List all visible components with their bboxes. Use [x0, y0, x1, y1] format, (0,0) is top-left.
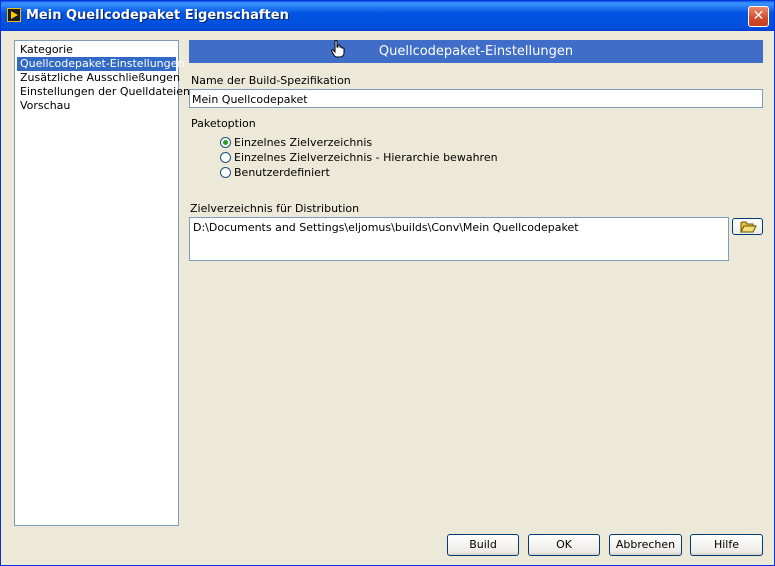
build-name-input[interactable]: Mein Quellcodepaket [189, 89, 763, 108]
radio-label: Einzelnes Zielverzeichnis [234, 136, 373, 149]
sidebar-item-source-file-settings[interactable]: Einstellungen der Quelldateien [17, 85, 190, 99]
radio-label: Einzelnes Zielverzeichnis - Hierarchie b… [234, 151, 498, 164]
build-name-label: Name der Build-Spezifikation [191, 74, 351, 87]
close-button[interactable]: ✕ [748, 6, 769, 27]
properties-dialog: Mein Quellcodepaket Eigenschaften ✕ Kate… [0, 0, 775, 566]
destination-label: Zielverzeichnis für Distribution [190, 202, 360, 215]
radio-button-checked[interactable] [220, 137, 231, 148]
radio-single-target-hierarchy[interactable]: Einzelnes Zielverzeichnis - Hierarchie b… [220, 150, 498, 165]
section-header: Quellcodepaket-Einstellungen [189, 40, 763, 63]
sidebar-item-additional-exclusions[interactable]: Zusätzliche Ausschließungen [17, 71, 180, 85]
package-option-label: Paketoption [191, 117, 256, 130]
hand-pointer-icon [331, 40, 345, 58]
cancel-button[interactable]: Abbrechen [609, 534, 682, 556]
radio-button[interactable] [220, 152, 231, 163]
category-header: Kategorie [20, 43, 73, 56]
radio-custom[interactable]: Benutzerdefiniert [220, 165, 330, 180]
radio-label: Benutzerdefiniert [234, 166, 330, 179]
browse-folder-button[interactable] [732, 218, 763, 235]
folder-open-icon [740, 221, 757, 233]
title-bar[interactable]: Mein Quellcodepaket Eigenschaften ✕ [1, 1, 774, 31]
radio-single-target[interactable]: Einzelnes Zielverzeichnis [220, 135, 372, 150]
ok-button[interactable]: OK [528, 534, 600, 556]
help-button[interactable]: Hilfe [690, 534, 763, 556]
sidebar-item-source-package-settings[interactable]: Quellcodepaket-Einstellungen [17, 57, 184, 71]
sidebar-item-preview[interactable]: Vorschau [17, 99, 176, 113]
labview-icon [7, 8, 21, 22]
window-title: Mein Quellcodepaket Eigenschaften [26, 8, 289, 23]
build-button[interactable]: Build [447, 534, 519, 556]
category-list[interactable]: Kategorie Quellcodepaket-Einstellungen Z… [14, 40, 190, 526]
radio-button[interactable] [220, 167, 231, 178]
destination-path-input[interactable]: D:\Documents and Settings\eljomus\builds… [189, 217, 729, 261]
